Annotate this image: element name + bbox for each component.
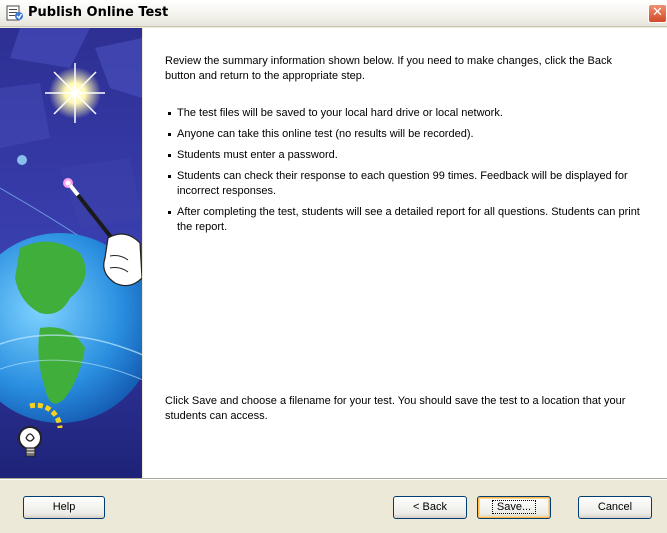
close-icon: ✕ bbox=[652, 5, 663, 20]
list-item: Students must enter a password. bbox=[165, 148, 645, 163]
close-button[interactable]: ✕ bbox=[648, 4, 667, 23]
summary-list: The test files will be saved to your loc… bbox=[165, 106, 645, 241]
list-item: The test files will be saved to your loc… bbox=[165, 106, 645, 121]
window-title: Publish Online Test bbox=[28, 5, 169, 20]
cancel-button-label: Cancel bbox=[597, 501, 633, 513]
list-item: After completing the test, students will… bbox=[165, 205, 645, 235]
help-button-label: Help bbox=[52, 501, 76, 513]
cancel-button[interactable]: Cancel bbox=[578, 496, 652, 519]
list-item: Anyone can take this online test (no res… bbox=[165, 127, 645, 142]
summary-intro: Review the summary information shown bel… bbox=[165, 55, 612, 82]
summary-panel: Review the summary information shown bel… bbox=[143, 28, 667, 478]
wizard-illustration bbox=[0, 28, 142, 478]
help-button[interactable]: Help bbox=[23, 496, 105, 519]
list-item: Students can check their response to eac… bbox=[165, 169, 645, 199]
title-bar: Publish Online Test ✕ bbox=[0, 0, 667, 27]
back-button[interactable]: < Back bbox=[393, 496, 467, 519]
save-button[interactable]: Save... bbox=[477, 496, 551, 519]
save-button-label: Save... bbox=[491, 500, 537, 514]
globe-magic-wand-illustration bbox=[0, 28, 142, 478]
footer-divider bbox=[0, 478, 667, 480]
back-button-label: < Back bbox=[413, 501, 447, 513]
save-instructions: Click Save and choose a filename for you… bbox=[165, 395, 626, 422]
publish-test-icon bbox=[6, 5, 23, 21]
